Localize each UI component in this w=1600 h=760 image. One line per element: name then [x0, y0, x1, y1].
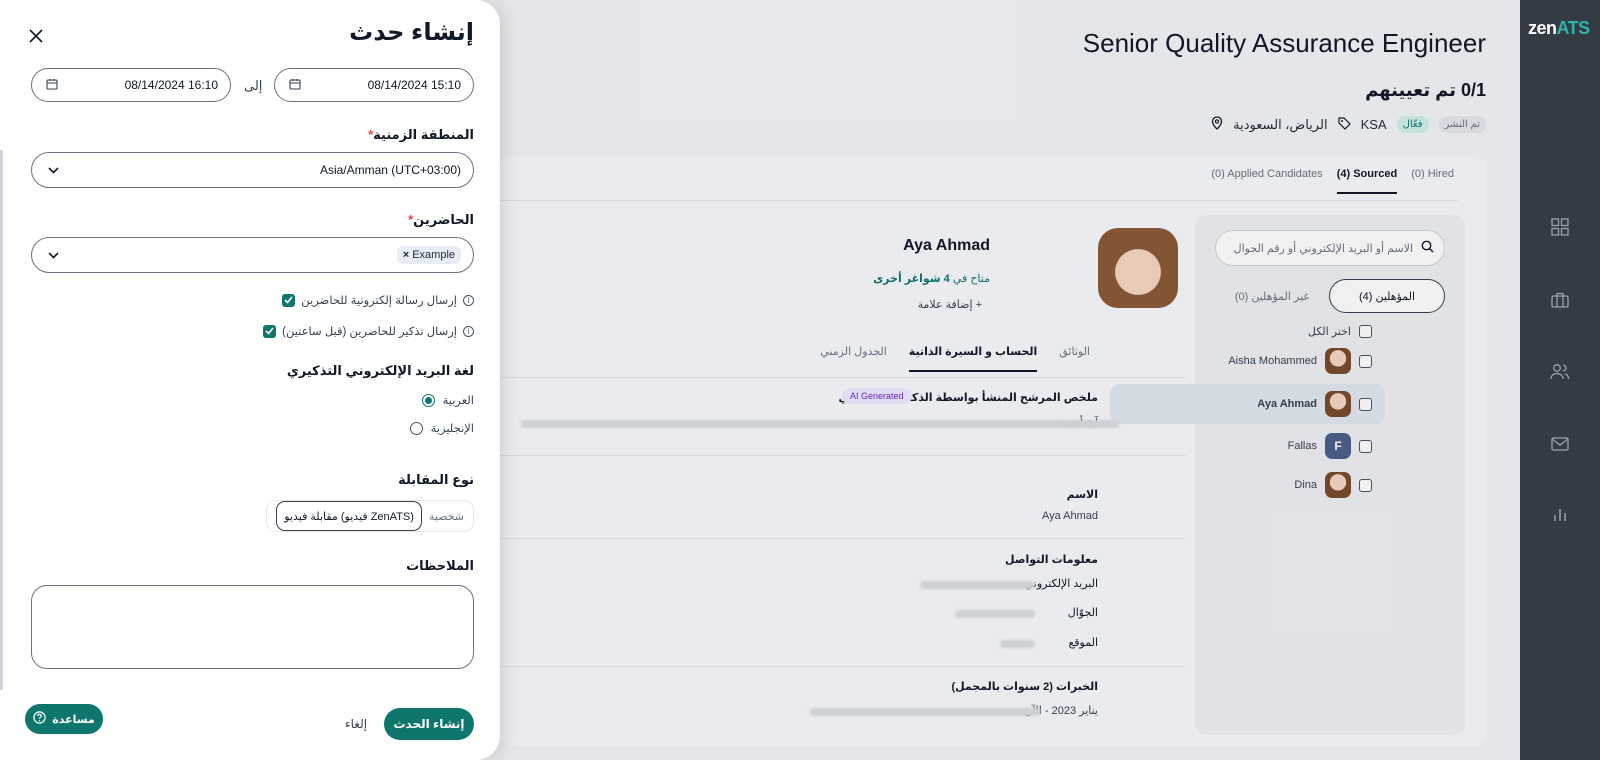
create-event-drawer: إنشاء حدث 08/14/2024 15:10 إلى 08/14/202…: [0, 0, 500, 760]
send-reminder-option[interactable]: إرسال تذكير للحاضرين (قبل ساعتين) i: [263, 324, 474, 338]
info-icon[interactable]: i: [463, 294, 474, 306]
chevron-down-icon: [48, 248, 59, 262]
send-email-checkbox[interactable]: [282, 293, 296, 307]
send-reminder-label: إرسال تذكير للحاضرين (قبل ساعتين): [282, 326, 457, 338]
timezone-label: المنطقة الزمنية*: [368, 127, 474, 142]
lang-arabic-label: العربية: [442, 395, 474, 407]
notes-label: الملاحظات: [406, 558, 474, 573]
notes-textarea[interactable]: [31, 585, 474, 669]
lang-english-option[interactable]: الإنجليزية: [409, 421, 474, 435]
lang-arabic-option[interactable]: العربية: [421, 393, 474, 407]
briefcase-icon[interactable]: [1548, 288, 1572, 312]
type-in-person[interactable]: شخصية: [422, 510, 471, 523]
modal-title: إنشاء حدث: [349, 19, 474, 46]
lang-english-radio[interactable]: [409, 421, 423, 435]
interview-type-label: نوع المقابلة: [398, 472, 474, 487]
mail-icon[interactable]: [1548, 432, 1572, 456]
send-email-label: إرسال رسالة إلكترونية للحاضرين: [301, 295, 457, 307]
lang-english-label: الإنجليزية: [430, 423, 474, 435]
remove-chip-icon[interactable]: ×: [403, 249, 409, 261]
zenats-logo[interactable]: zenATS: [1528, 18, 1590, 39]
reminder-language-label: لغة البريد الإلكتروني التذكيري: [286, 363, 474, 378]
timezone-select[interactable]: Asia/Amman (UTC+03:00): [31, 152, 474, 188]
attendees-label-text: الحاضرين: [413, 212, 474, 227]
start-datetime-field[interactable]: 08/14/2024 15:10: [274, 68, 474, 102]
close-icon: [29, 28, 43, 48]
attendee-chip[interactable]: × Example: [396, 246, 461, 264]
send-reminder-checkbox[interactable]: [263, 324, 277, 338]
start-datetime-value: 08/14/2024 15:10: [367, 78, 461, 92]
cancel-button[interactable]: إلغاء: [345, 717, 367, 731]
calendar-icon: [46, 78, 58, 93]
timezone-value: Asia/Amman (UTC+03:00): [319, 163, 461, 177]
help-button[interactable]: مساعدة: [25, 704, 103, 734]
nav-rail: zenATS: [1520, 0, 1600, 760]
logo-accent: ATS: [1556, 18, 1591, 38]
create-event-button[interactable]: إنشاء الحدث: [384, 708, 474, 740]
calendar-icon: [289, 78, 301, 93]
end-datetime-value: 08/14/2024 16:10: [124, 78, 218, 92]
lang-arabic-radio[interactable]: [421, 393, 435, 407]
help-icon: [33, 711, 46, 727]
timezone-label-text: المنطقة الزمنية: [373, 127, 474, 142]
attendees-label: الحاضرين*: [408, 212, 474, 227]
scrollbar[interactable]: [0, 150, 3, 690]
logo-main: zen: [1528, 18, 1557, 38]
to-label: إلى: [244, 78, 263, 93]
attendee-chip-label: Example: [412, 249, 455, 261]
users-icon[interactable]: [1548, 360, 1572, 384]
info-icon[interactable]: i: [463, 325, 474, 337]
attendees-select[interactable]: × Example: [31, 237, 474, 273]
chevron-down-icon: [48, 163, 59, 177]
analytics-icon[interactable]: [1548, 502, 1572, 526]
type-video[interactable]: مقابلة فيديو (فيديو ZenATS): [276, 501, 422, 531]
interview-type-segment: شخصية مقابلة فيديو (فيديو ZenATS): [266, 500, 474, 532]
send-email-option[interactable]: إرسال رسالة إلكترونية للحاضرين i: [282, 293, 474, 307]
dashboard-icon[interactable]: [1548, 215, 1572, 239]
end-datetime-field[interactable]: 08/14/2024 16:10: [31, 68, 231, 102]
close-button[interactable]: [26, 28, 46, 48]
help-label: مساعدة: [52, 713, 95, 726]
